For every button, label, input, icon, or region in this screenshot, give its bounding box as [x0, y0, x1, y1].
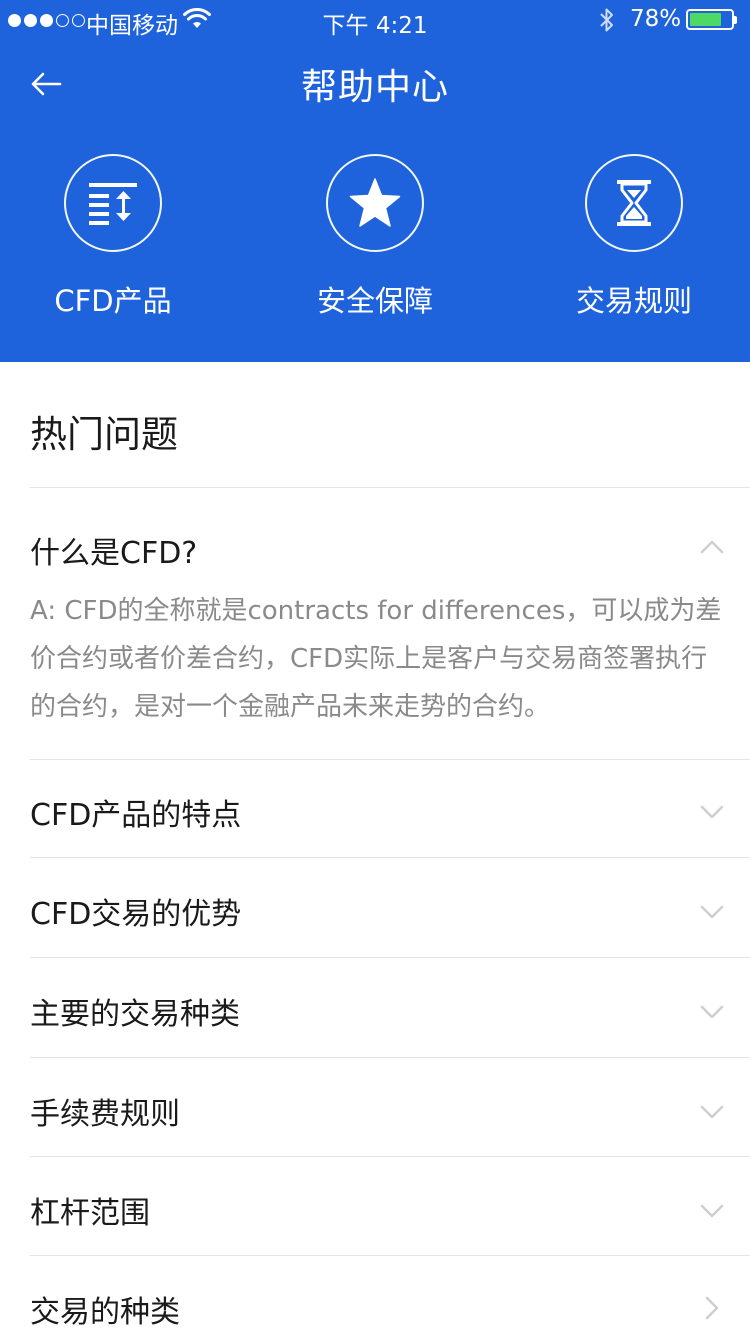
category-security[interactable]: 安全保障	[275, 154, 475, 320]
chevron-down-icon[interactable]	[700, 1100, 724, 1124]
header: 中国移动 下午 4:21 78% 帮助中心 CFD产品 安全保障 交易规则	[0, 0, 750, 362]
category-label: 交易规则	[575, 284, 692, 318]
category-cfd-products[interactable]: CFD产品	[13, 154, 213, 320]
faq-question: 手续费规则	[30, 1097, 180, 1132]
page-title: 帮助中心	[300, 67, 449, 108]
category-icon-circle	[585, 154, 683, 252]
faq-question: 交易的种类	[30, 1295, 180, 1330]
faq-question: CFD交易的优势	[30, 897, 242, 932]
list-sort-icon	[89, 183, 137, 225]
category-icon-circle	[326, 154, 424, 252]
category-label: CFD产品	[54, 284, 172, 318]
chevron-down-icon[interactable]	[700, 1000, 724, 1024]
battery-percent: 78%	[630, 6, 682, 32]
faq-question: 什么是CFD?	[30, 536, 198, 571]
hourglass-icon	[617, 180, 651, 226]
chevron-down-icon[interactable]	[700, 900, 724, 924]
chevron-down-icon[interactable]	[700, 800, 724, 824]
faq-item-cfd-features[interactable]: CFD产品的特点	[30, 760, 750, 858]
faq-item-main-trading-types[interactable]: 主要的交易种类	[30, 958, 750, 1058]
faq-question: 杠杆范围	[30, 1196, 150, 1231]
battery-icon	[686, 9, 737, 30]
battery-level	[690, 13, 722, 26]
chevron-right-icon[interactable]	[700, 1296, 724, 1320]
faq-item-cfd-advantages[interactable]: CFD交易的优势	[30, 858, 750, 958]
category-label: 安全保障	[316, 284, 433, 318]
status-bar: 中国移动 下午 4:21 78%	[0, 0, 750, 40]
faq-item-what-is-cfd[interactable]: 什么是CFD? A: CFD的全称就是contracts for differe…	[30, 488, 750, 760]
category-icon-circle	[64, 154, 162, 252]
faq-item-leverage-range[interactable]: 杠杆范围	[30, 1157, 750, 1256]
faq-item-fee-rules[interactable]: 手续费规则	[30, 1058, 750, 1157]
section-title-hot-questions: 热门问题	[30, 413, 178, 456]
faq-question: CFD产品的特点	[30, 798, 242, 833]
faq-question: 主要的交易种类	[30, 997, 240, 1032]
faq-answer: A: CFD的全称就是contracts for differences，可以成…	[30, 596, 722, 722]
chevron-down-icon[interactable]	[700, 1199, 724, 1223]
faq-item-trade-types[interactable]: 交易的种类	[30, 1256, 750, 1334]
category-trading-rules[interactable]: 交易规则	[534, 154, 734, 320]
bluetooth-icon	[600, 8, 613, 32]
star-icon	[349, 178, 401, 227]
chevron-up-icon[interactable]	[700, 535, 724, 559]
